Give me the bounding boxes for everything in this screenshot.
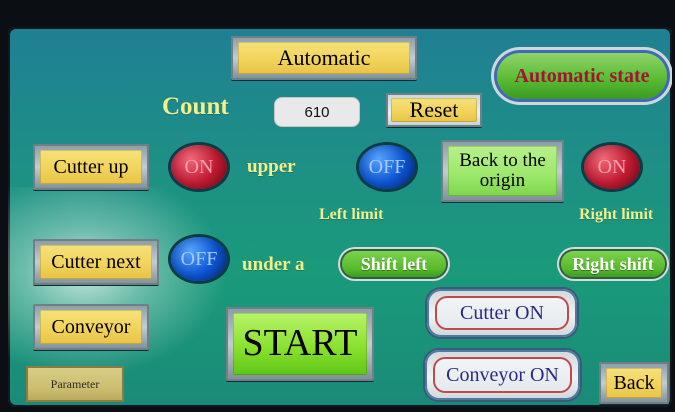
count-display: 610 [274,97,360,127]
count-label: Count [162,93,229,120]
back-to-origin-button[interactable]: Back to the origin [441,140,564,202]
conveyor-label: Conveyor [40,310,142,344]
left-limit-label: Left limit [319,206,384,223]
right-shift-button[interactable]: Right shift [561,251,665,277]
back-label: Back [606,368,662,398]
automatic-state-badge: Automatic state [497,53,667,99]
reset-button-label: Reset [391,98,477,122]
parameter-button[interactable]: Parameter [26,366,124,402]
automatic-state-text: Automatic state [514,64,650,87]
cutter-on-label: Cutter ON [460,301,544,324]
back-to-origin-label: Back to the origin [448,146,557,196]
left-limit-indicator-state: OFF [368,155,406,178]
back-button[interactable]: Back [599,362,669,404]
under-indicator: OFF [171,237,227,281]
cutter-up-label: Cutter up [40,150,142,184]
cutter-on-button[interactable]: Cutter ON [427,289,577,337]
right-limit-label: Right limit [579,206,654,223]
right-limit-indicator-state: ON [597,155,627,178]
conveyor-button[interactable]: Conveyor [33,304,149,350]
cutter-up-button[interactable]: Cutter up [33,144,149,190]
upper-indicator-state: ON [184,155,214,178]
left-limit-indicator: OFF [359,145,415,189]
conveyor-on-button[interactable]: Conveyor ON [425,350,580,400]
under-indicator-state: OFF [180,247,218,270]
start-label: START [233,313,367,375]
shift-left-label: Shift left [360,253,428,274]
cutter-next-label: Cutter next [40,245,152,279]
count-value: 610 [304,103,330,121]
parameter-label: Parameter [50,376,100,391]
conveyor-on-label: Conveyor ON [446,363,559,386]
reset-button[interactable]: Reset [386,93,482,127]
start-button[interactable]: START [226,307,374,381]
upper-indicator: ON [171,145,227,189]
automatic-mode-button[interactable]: Automatic [231,36,417,80]
shift-left-button[interactable]: Shift left [342,251,446,277]
under-a-label: under a [242,254,305,275]
conveyor-on-inner: Conveyor ON [433,357,572,393]
right-shift-label: Right shift [572,253,654,274]
automatic-mode-label: Automatic [238,42,410,74]
cutter-next-button[interactable]: Cutter next [33,239,159,285]
hmi-screen: Automatic Automatic state Count 610 Rese… [8,27,672,407]
cutter-on-inner: Cutter ON [435,296,569,330]
upper-label: upper [247,156,296,177]
right-limit-indicator: ON [584,145,640,189]
